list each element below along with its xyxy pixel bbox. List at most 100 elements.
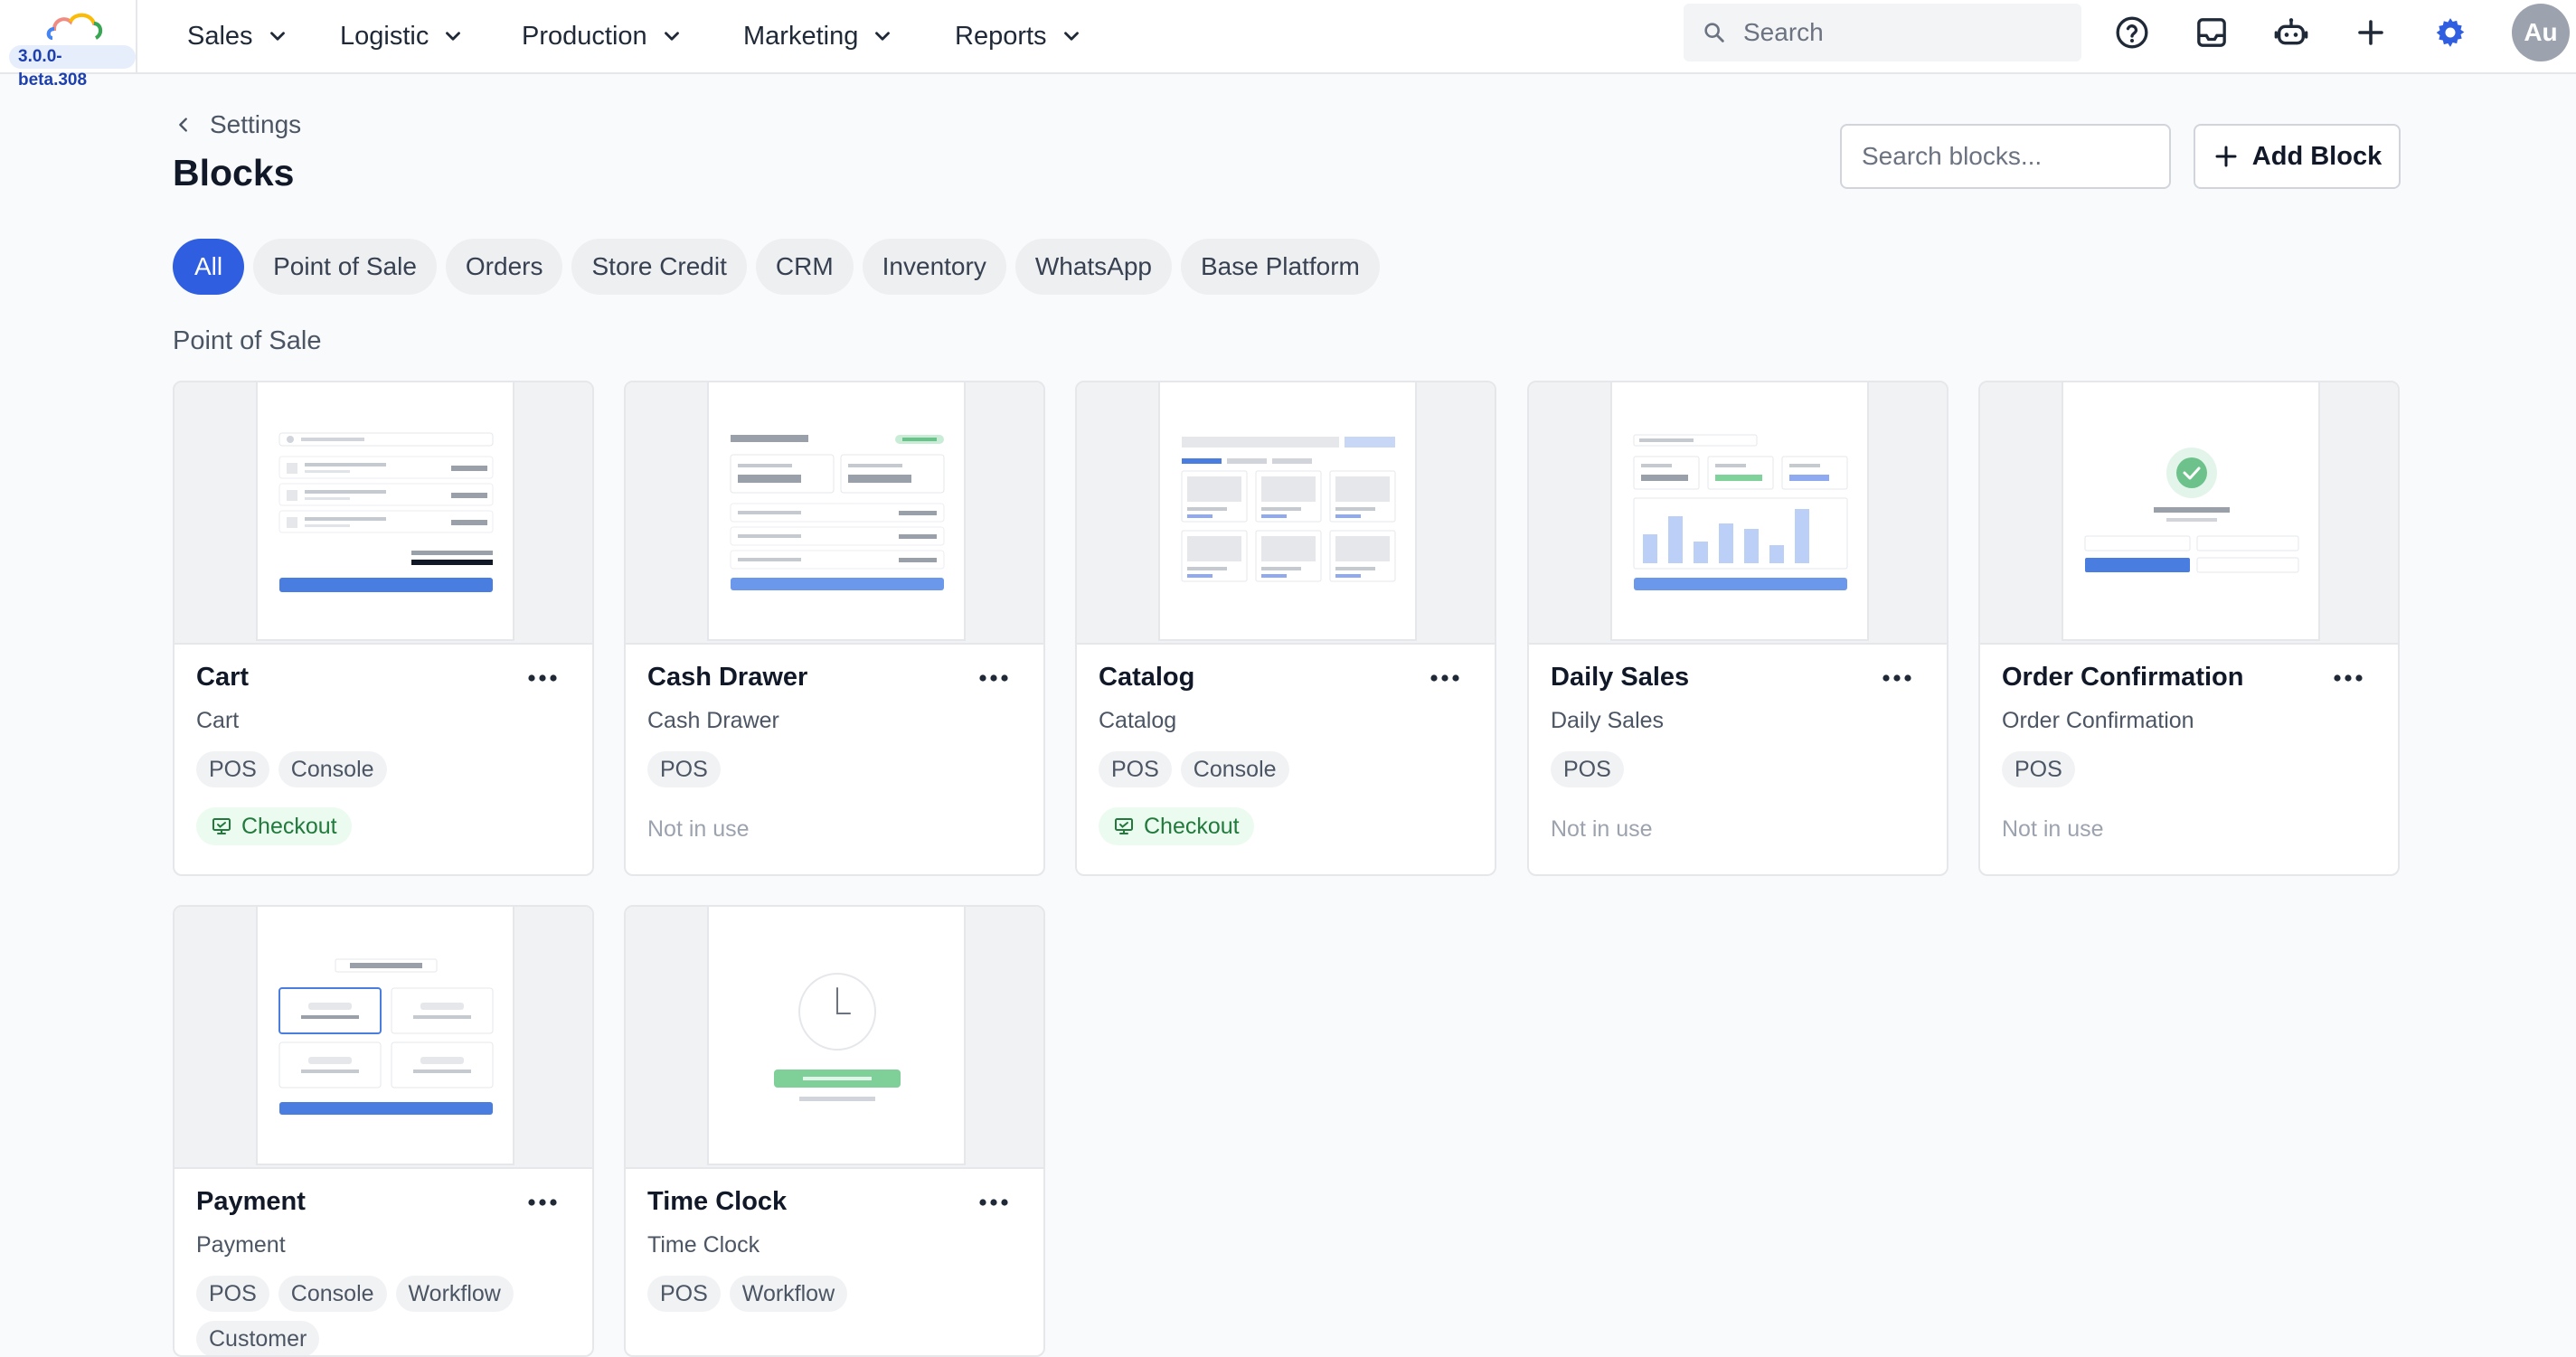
more-options-icon[interactable] bbox=[1430, 674, 1460, 683]
monitor-icon bbox=[1115, 818, 1133, 834]
block-card-cash-drawer[interactable]: Cash Drawer Cash Drawer POS Not in use bbox=[624, 381, 1045, 876]
search-blocks-input[interactable]: Search blocks... bbox=[1840, 124, 2171, 189]
chevron-down-icon bbox=[664, 32, 679, 41]
filter-whatsapp[interactable]: WhatsApp bbox=[1014, 239, 1172, 295]
settings-button[interactable] bbox=[2430, 13, 2470, 52]
filter-point-of-sale[interactable]: Point of Sale bbox=[253, 239, 437, 295]
block-name: Catalog bbox=[1099, 663, 1195, 692]
block-name: Order Confirmation bbox=[2002, 663, 2244, 692]
nav-reports-label: Reports bbox=[955, 22, 1047, 51]
block-subtitle: Cart bbox=[196, 708, 240, 733]
usage-badge: Checkout bbox=[1099, 807, 1254, 845]
more-options-icon[interactable] bbox=[978, 1198, 1009, 1207]
nav-sales-label: Sales bbox=[187, 22, 253, 51]
block-tags: POS bbox=[2002, 751, 2382, 787]
block-name: Daily Sales bbox=[1551, 663, 1690, 692]
cash-drawer-preview-thumbnail bbox=[707, 382, 966, 641]
block-tags: POS Workflow bbox=[647, 1276, 1027, 1312]
block-preview bbox=[175, 907, 592, 1169]
block-card-daily-sales[interactable]: Daily Sales Daily Sales POS Not in use bbox=[1527, 381, 1949, 876]
more-options-icon[interactable] bbox=[527, 674, 558, 683]
tag: Customer bbox=[196, 1321, 320, 1355]
filter-all[interactable]: All bbox=[173, 239, 245, 295]
breadcrumb[interactable]: Settings bbox=[174, 107, 301, 143]
tag: Workflow bbox=[395, 1276, 514, 1312]
inbox-button[interactable] bbox=[2192, 13, 2232, 52]
help-button[interactable] bbox=[2112, 13, 2152, 52]
block-preview bbox=[626, 907, 1043, 1169]
global-search-input[interactable]: Search bbox=[1684, 4, 2081, 61]
gear-icon bbox=[2436, 18, 2465, 47]
block-subtitle: Daily Sales bbox=[1551, 708, 1665, 733]
nav-production-label: Production bbox=[522, 22, 647, 51]
block-tags: POS Console bbox=[1099, 751, 1478, 787]
block-tags: POS bbox=[647, 751, 1027, 787]
tag: POS bbox=[196, 751, 269, 787]
filter-store-credit[interactable]: Store Credit bbox=[571, 239, 747, 295]
nav-sales[interactable]: Sales bbox=[187, 0, 289, 72]
more-options-icon[interactable] bbox=[527, 1198, 558, 1207]
block-tags: POS bbox=[1551, 751, 1930, 787]
tag: Workflow bbox=[729, 1276, 848, 1312]
nav-reports[interactable]: Reports bbox=[955, 0, 1083, 72]
block-preview bbox=[1529, 382, 1947, 645]
tag: POS bbox=[196, 1276, 269, 1312]
block-subtitle: Catalog bbox=[1099, 708, 1177, 733]
user-avatar[interactable]: Au bbox=[2512, 4, 2570, 61]
more-options-icon[interactable] bbox=[978, 674, 1009, 683]
breadcrumb-settings[interactable]: Settings bbox=[210, 110, 301, 139]
more-options-icon[interactable] bbox=[2333, 674, 2364, 683]
create-button[interactable] bbox=[2351, 13, 2391, 52]
block-subtitle: Order Confirmation bbox=[2002, 708, 2194, 733]
filter-crm[interactable]: CRM bbox=[755, 239, 854, 295]
block-subtitle: Cash Drawer bbox=[647, 708, 779, 733]
block-card-order-confirmation[interactable]: Order Confirmation Order Confirmation PO… bbox=[1978, 381, 2400, 876]
block-tags: POS Console bbox=[196, 751, 576, 787]
time-clock-preview-thumbnail bbox=[707, 907, 966, 1165]
usage-status: Not in use bbox=[2002, 816, 2104, 842]
filter-inventory[interactable]: Inventory bbox=[862, 239, 1006, 295]
tag: POS bbox=[2002, 751, 2075, 787]
chevron-down-icon bbox=[875, 32, 891, 41]
filter-base-platform[interactable]: Base Platform bbox=[1181, 239, 1380, 295]
nav-logistic-label: Logistic bbox=[340, 22, 429, 51]
section-title: Point of Sale bbox=[173, 326, 322, 355]
tag: Console bbox=[278, 1276, 387, 1312]
block-card-cart[interactable]: Cart Cart POS Console Checkout bbox=[173, 381, 594, 876]
block-preview bbox=[1077, 382, 1495, 645]
block-card-catalog[interactable]: Catalog Catalog POS Console Checkout bbox=[1075, 381, 1496, 876]
tag: Console bbox=[1180, 751, 1289, 787]
block-name: Cart bbox=[196, 663, 250, 692]
robot-icon bbox=[2274, 18, 2308, 45]
add-block-button[interactable]: Add Block bbox=[2194, 124, 2401, 189]
usage-badge: Checkout bbox=[196, 807, 352, 845]
block-subtitle: Time Clock bbox=[647, 1232, 760, 1258]
plus-icon bbox=[2358, 20, 2383, 45]
block-card-payment[interactable]: Payment Payment POS Console Workflow Cus… bbox=[173, 905, 594, 1357]
nav-production[interactable]: Production bbox=[522, 0, 684, 72]
assistant-button[interactable] bbox=[2271, 13, 2311, 52]
version-badge: 3.0.0-beta.308 bbox=[9, 45, 136, 90]
block-preview bbox=[626, 382, 1043, 645]
payment-preview-thumbnail bbox=[256, 907, 514, 1165]
nav-marketing[interactable]: Marketing bbox=[743, 0, 894, 72]
chevron-down-icon bbox=[1063, 32, 1079, 41]
block-name: Time Clock bbox=[647, 1187, 788, 1216]
catalog-preview-thumbnail bbox=[1158, 382, 1417, 641]
block-preview bbox=[175, 382, 592, 645]
block-card-time-clock[interactable]: Time Clock Time Clock POS Workflow bbox=[624, 905, 1045, 1357]
tag: Console bbox=[278, 751, 387, 787]
app-logo-area[interactable]: 3.0.0-beta.308 bbox=[0, 0, 137, 90]
help-icon bbox=[2116, 16, 2148, 49]
block-name: Payment bbox=[196, 1187, 306, 1216]
category-filter-tabs: All Point of Sale Orders Store Credit CR… bbox=[173, 239, 1380, 295]
filter-orders[interactable]: Orders bbox=[445, 239, 563, 295]
order-confirmation-preview-thumbnail bbox=[2062, 382, 2320, 641]
more-options-icon[interactable] bbox=[1882, 674, 1912, 683]
block-subtitle: Payment bbox=[196, 1232, 286, 1258]
usage-label: Checkout bbox=[1144, 813, 1240, 839]
nav-logistic[interactable]: Logistic bbox=[340, 0, 465, 72]
add-block-label: Add Block bbox=[2251, 141, 2383, 171]
usage-status: Not in use bbox=[647, 816, 750, 842]
chevron-left-icon bbox=[179, 118, 187, 132]
